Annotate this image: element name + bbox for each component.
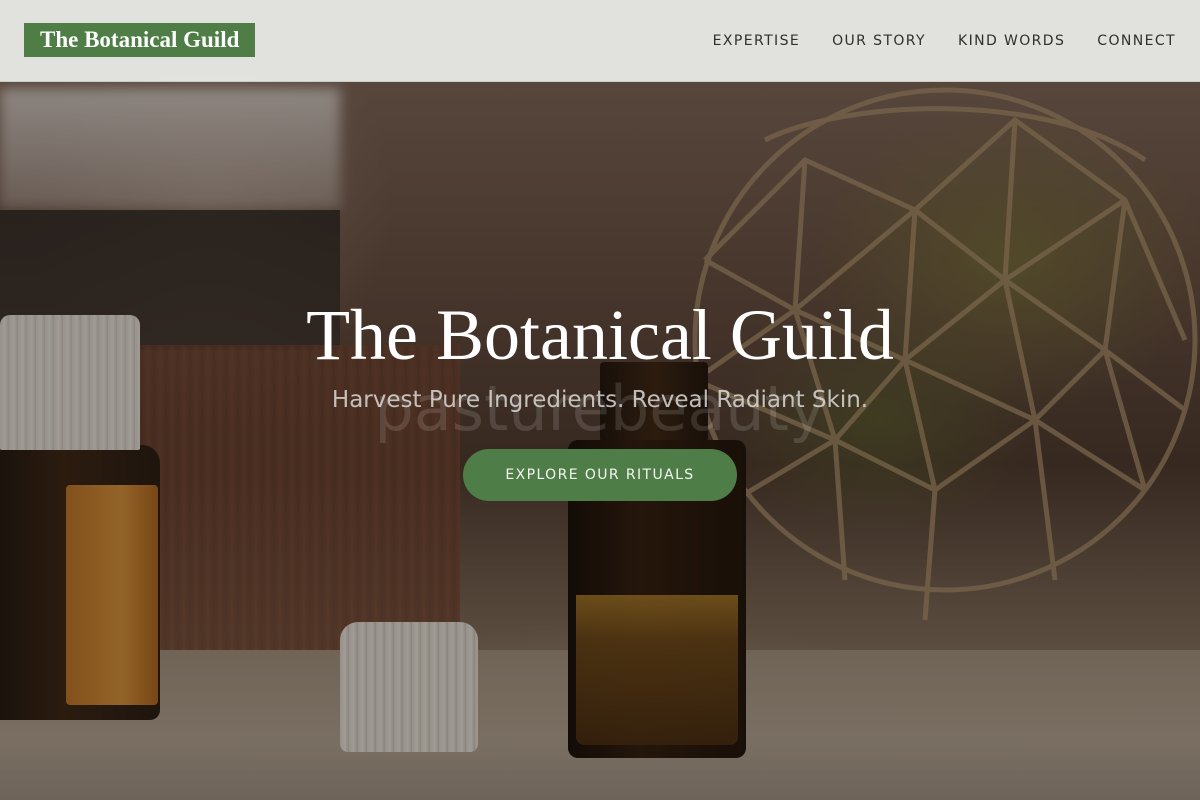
- nav-link-our-story[interactable]: OUR STORY: [832, 33, 926, 49]
- hero-section: The Botanical Guild Harvest Pure Ingredi…: [0, 290, 1200, 501]
- hero-title: The Botanical Guild: [306, 295, 894, 375]
- site-header: The Botanical Guild EXPERTISE OUR STORY …: [0, 0, 1200, 82]
- page: pasturebeauty The Botanical Guild EXPERT…: [0, 0, 1200, 800]
- brand-logo[interactable]: The Botanical Guild: [24, 23, 256, 57]
- nav-link-kind-words[interactable]: KIND WORDS: [958, 33, 1065, 49]
- main-nav: EXPERTISE OUR STORY KIND WORDS CONNECT: [713, 0, 1176, 81]
- hero-subtitle: Harvest Pure Ingredients. Reveal Radiant…: [331, 387, 869, 413]
- explore-rituals-button[interactable]: EXPLORE OUR RITUALS: [463, 449, 737, 501]
- nav-link-connect[interactable]: CONNECT: [1097, 33, 1176, 49]
- nav-link-expertise[interactable]: EXPERTISE: [713, 33, 800, 49]
